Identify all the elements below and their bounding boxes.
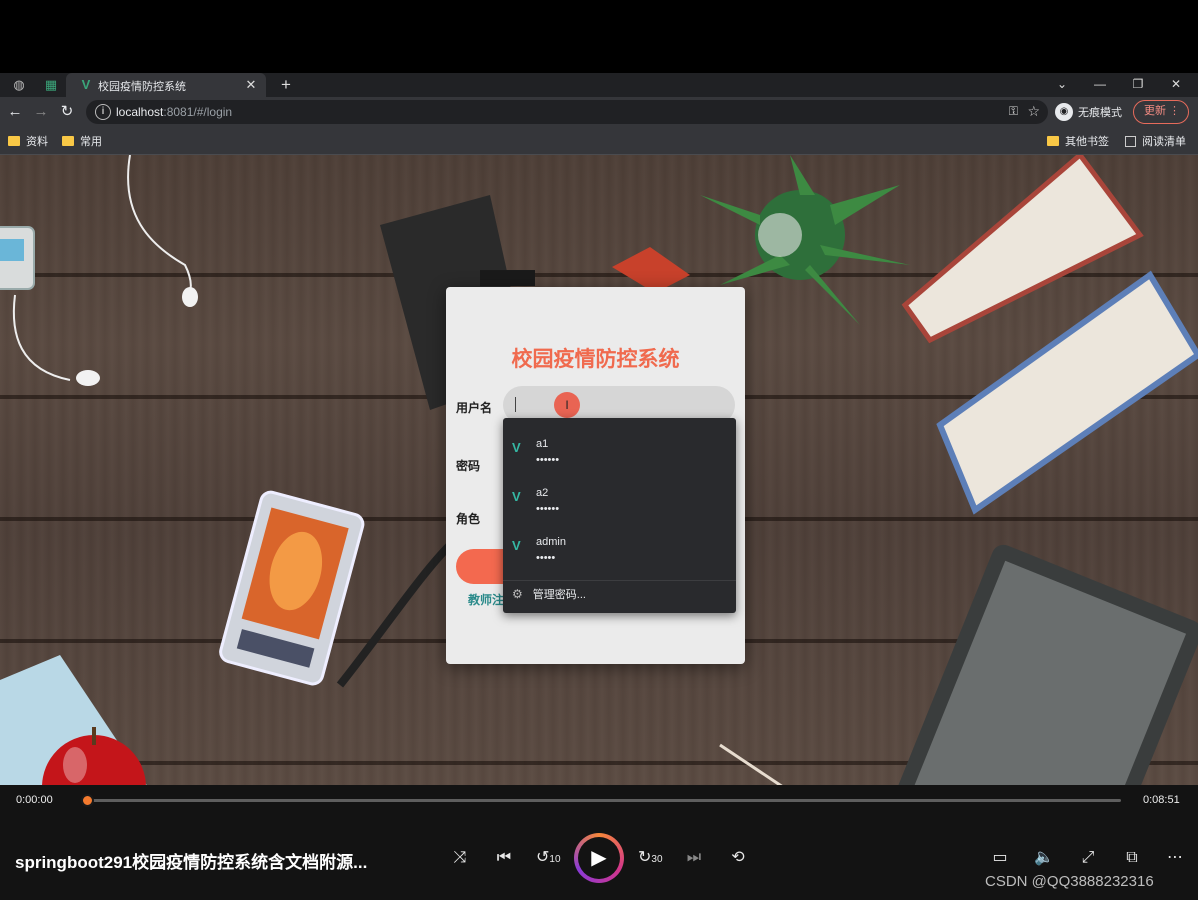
tab-strip: ◍ ▦ V 校园疫情防控系统 ✕ + ⌄ — ❐ ✕: [0, 73, 1198, 97]
seek-bar[interactable]: [87, 799, 1121, 802]
vue-logo-icon: V: [81, 77, 91, 92]
incognito-indicator[interactable]: ◉ 无痕模式: [1055, 101, 1122, 123]
bookmark-folder-ziliao[interactable]: 资料: [8, 133, 48, 149]
repeat-off-icon[interactable]: ⟲: [726, 847, 750, 869]
pinned-tab-icon[interactable]: ▦: [42, 76, 60, 94]
previous-icon[interactable]: ⏮: [492, 847, 516, 869]
current-time: 0:00:00: [16, 794, 53, 806]
address-bar[interactable]: i localhost:8081/#/login ⚿ ☆: [86, 100, 1048, 124]
browser-toolbar: ← → ↻ i localhost:8081/#/login ⚿ ☆ ◉ 无痕模…: [0, 97, 1198, 127]
bookmark-folder-changyong[interactable]: 常用: [62, 133, 102, 149]
password-autofill-dropdown: V a1 •••••• V a2 •••••• V admin ••••• ⚙ …: [503, 418, 736, 613]
saved-credential-item[interactable]: V a1 ••••••: [503, 426, 736, 475]
text-caret: [515, 397, 516, 412]
password-label: 密码: [456, 459, 481, 473]
volume-icon[interactable]: 🔈: [1032, 847, 1056, 869]
fullscreen-icon[interactable]: ⤢: [1076, 847, 1100, 869]
reload-button[interactable]: ↻: [58, 103, 76, 121]
player-seekbar-row: 0:00:00 0:08:51: [0, 785, 1198, 815]
back-button[interactable]: ←: [6, 103, 24, 121]
reading-list[interactable]: 阅读清单: [1125, 133, 1186, 149]
info-icon[interactable]: i: [95, 104, 111, 120]
shuffle-icon[interactable]: ⤨: [448, 847, 472, 869]
dropdown-divider: [503, 580, 736, 581]
tab-search-icon[interactable]: ⌄: [1050, 74, 1074, 94]
folder-icon: [8, 136, 20, 146]
update-button[interactable]: 更新 ⋮: [1133, 100, 1189, 124]
close-icon[interactable]: ✕: [242, 76, 260, 94]
manage-passwords-item[interactable]: ⚙ 管理密码...: [512, 586, 586, 602]
mini-player-icon[interactable]: ⧉: [1120, 847, 1144, 869]
vue-logo-icon: V: [512, 440, 521, 455]
folder-icon: [62, 136, 74, 146]
saved-credential-item[interactable]: V admin •••••: [503, 524, 736, 573]
gear-icon: ⚙: [512, 587, 523, 601]
teacher-register-link[interactable]: 教师注: [468, 591, 504, 608]
role-label: 角色: [456, 512, 481, 526]
more-icon[interactable]: ⋯: [1163, 847, 1187, 869]
forward-30-button[interactable]: ↻30: [638, 847, 663, 869]
close-window-button[interactable]: ✕: [1164, 74, 1188, 94]
new-tab-button[interactable]: +: [276, 75, 296, 95]
next-icon[interactable]: ⏭: [682, 847, 706, 869]
key-icon[interactable]: ⚿: [1009, 104, 1018, 119]
restore-button[interactable]: ❐: [1126, 74, 1150, 94]
video-frame: ◍ ▦ V 校园疫情防控系统 ✕ + ⌄ — ❐ ✕ ← → ↻ i local…: [0, 0, 1198, 900]
mouse-cursor-icon: I: [554, 392, 580, 418]
play-button[interactable]: ▶: [574, 833, 624, 883]
vue-logo-icon: V: [512, 489, 521, 504]
play-icon: ▶: [578, 837, 620, 879]
vue-logo-icon: V: [512, 538, 521, 553]
total-time: 0:08:51: [1143, 794, 1180, 806]
folder-icon: [1047, 136, 1059, 146]
login-title: 校园疫情防控系统: [511, 348, 680, 371]
globe-icon[interactable]: ◍: [10, 76, 28, 94]
tab-active[interactable]: V 校园疫情防控系统 ✕: [66, 73, 266, 97]
url-text: localhost:8081/#/login: [116, 105, 233, 119]
incognito-label: 无痕模式: [1078, 107, 1122, 119]
reading-list-icon: [1125, 135, 1136, 147]
username-label: 用户名: [456, 401, 493, 415]
subtitles-icon[interactable]: ▭: [988, 847, 1012, 869]
tab-title: 校园疫情防控系统: [98, 81, 186, 93]
player-controls: springboot291校园疫情防控系统含文档附源... ⤨ ⏮ ↺10 ▶ …: [0, 815, 1198, 900]
csdn-watermark: CSDN @QQ3888232316: [985, 873, 1154, 890]
bookmark-folder-other[interactable]: 其他书签: [1047, 133, 1109, 149]
rewind-10-button[interactable]: ↺10: [536, 847, 561, 869]
incognito-icon: ◉: [1055, 103, 1073, 121]
forward-button[interactable]: →: [32, 103, 50, 121]
update-label: 更新: [1144, 105, 1166, 117]
more-icon: ⋮: [1169, 105, 1180, 117]
bookmarks-bar: 资料 常用 其他书签 阅读清单: [0, 127, 1198, 155]
minimize-button[interactable]: —: [1088, 74, 1112, 94]
browser-window: ◍ ▦ V 校园疫情防控系统 ✕ + ⌄ — ❐ ✕ ← → ↻ i local…: [0, 73, 1198, 785]
saved-credential-item[interactable]: V a2 ••••••: [503, 475, 736, 524]
video-title: springboot291校园疫情防控系统含文档附源...: [15, 853, 368, 872]
seek-handle[interactable]: [81, 794, 94, 807]
bookmark-star-icon[interactable]: ☆: [1027, 103, 1040, 120]
